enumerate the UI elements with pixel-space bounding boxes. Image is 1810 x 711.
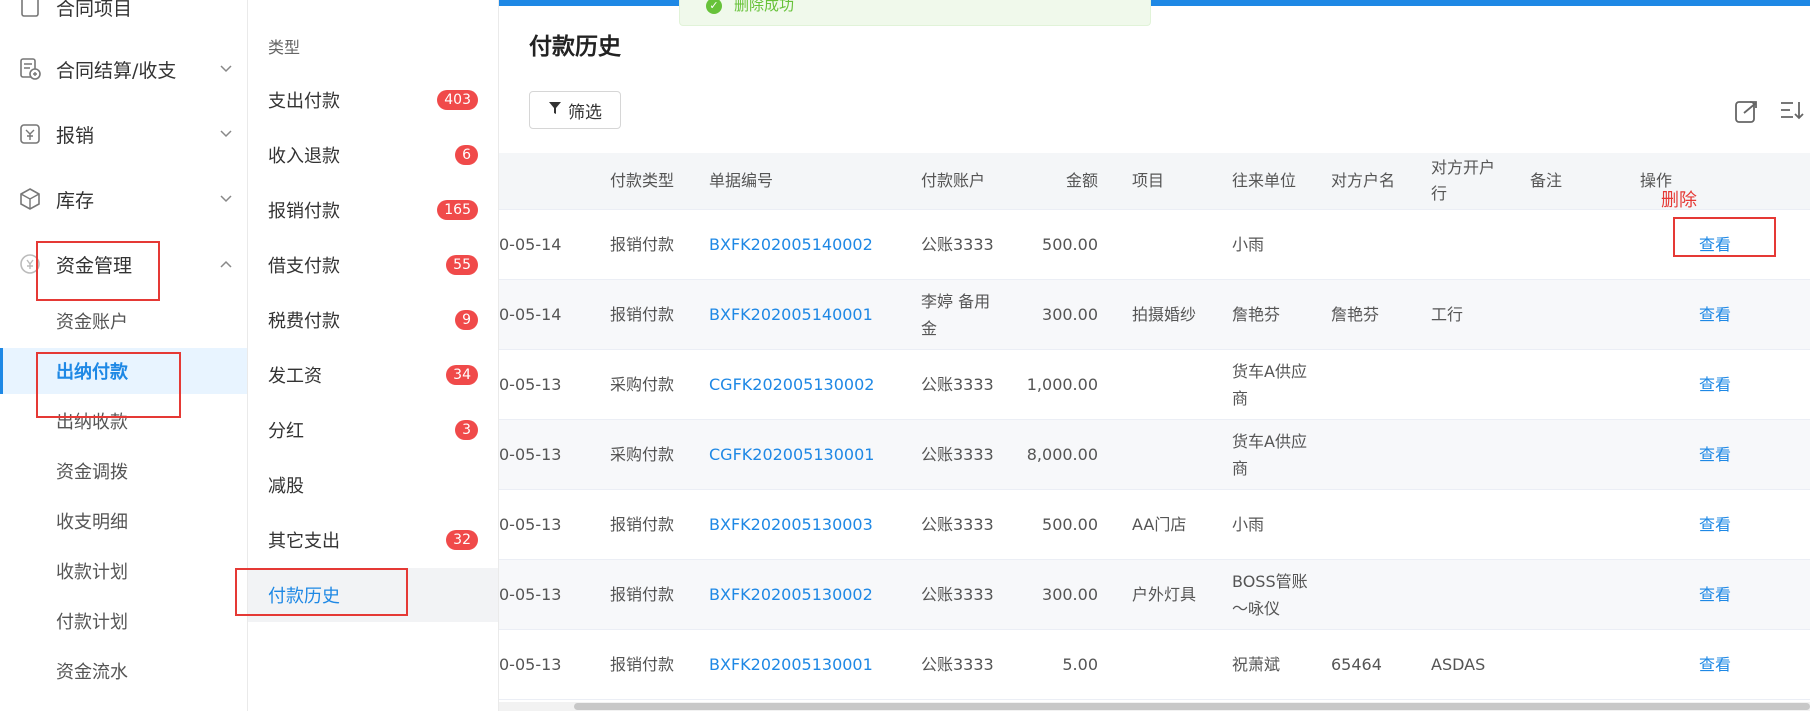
doc-link[interactable]: CGFK202005130002 — [699, 349, 911, 420]
col-doc-no[interactable]: 单据编号 — [699, 153, 911, 210]
col-date[interactable] — [499, 153, 600, 210]
export-icon[interactable] — [1734, 98, 1760, 124]
type-item-income-refund[interactable]: 收入退款 6 — [248, 128, 498, 182]
view-link[interactable]: 查看 — [1620, 279, 1810, 350]
view-link[interactable]: 查看 — [1620, 559, 1810, 630]
sidebar-item-inventory[interactable]: 库存 — [0, 174, 247, 224]
type-item-tax-payment[interactable]: 税费付款 9 — [248, 293, 498, 347]
type-item-payroll[interactable]: 发工资 34 — [248, 348, 498, 402]
table-row: 0-05-14 报销付款 BXFK202005140002 公账3333 500… — [499, 209, 1810, 280]
sidebar-sub-fund-transfer[interactable]: 资金调拨 — [0, 448, 247, 494]
document-icon — [18, 0, 42, 19]
filter-icon — [548, 101, 562, 119]
sidebar-sub-income-expense-detail[interactable]: 收支明细 — [0, 498, 247, 544]
sidebar-sub-fund-account[interactable]: 资金账户 — [0, 298, 247, 344]
col-payee-name[interactable]: 对方户名 — [1321, 153, 1421, 210]
col-action: 操作 — [1620, 153, 1810, 210]
col-counterparty[interactable]: 往来单位 — [1222, 153, 1321, 210]
col-project[interactable]: 项目 — [1122, 153, 1222, 210]
sidebar-item-contract-project[interactable]: 合同项目 — [0, 0, 247, 32]
annotation-box-payment-history — [235, 568, 408, 616]
main-content: 付款历史 筛选 付款类型 单据编号 付款账户 金额 项目 往来单位 对方户名 对… — [499, 0, 1810, 711]
success-toast: ✓ 删除成功 — [679, 0, 1151, 26]
filter-button[interactable]: 筛选 — [529, 91, 621, 129]
view-link[interactable]: 查看 — [1620, 629, 1810, 700]
payment-history-table: 付款类型 单据编号 付款账户 金额 项目 往来单位 对方户名 对方开户行 备注 … — [499, 153, 1810, 700]
view-link[interactable]: 查看 — [1620, 419, 1810, 490]
table-row: 0-05-13 报销付款 BXFK202005130003 公账3333 500… — [499, 489, 1810, 560]
type-item-other-expense[interactable]: 其它支出 32 — [248, 513, 498, 567]
contract-settlement-icon — [18, 57, 42, 81]
count-badge: 3 — [455, 420, 478, 440]
type-item-expense-payment[interactable]: 支出付款 403 — [248, 73, 498, 127]
count-badge: 9 — [455, 310, 478, 330]
sidebar-sub-fund-flow[interactable]: 资金流水 — [0, 648, 247, 694]
count-badge: 34 — [446, 365, 478, 385]
page-title: 付款历史 — [529, 34, 621, 60]
count-badge: 32 — [446, 530, 478, 550]
col-amount[interactable]: 金额 — [1016, 153, 1122, 210]
view-link[interactable]: 查看 — [1620, 489, 1810, 560]
col-payment-type[interactable]: 付款类型 — [600, 153, 699, 210]
table-row: 0-05-14 报销付款 BXFK202005140001 李婷 备用金 300… — [499, 279, 1810, 350]
sidebar-sub-receipt-plan[interactable]: 收款计划 — [0, 548, 247, 594]
table-row: 0-05-13 采购付款 CGFK202005130001 公账3333 8,0… — [499, 419, 1810, 490]
type-header: 类型 — [268, 38, 301, 57]
type-item-share-reduction[interactable]: 减股 — [248, 458, 498, 512]
doc-link[interactable]: BXFK202005130003 — [699, 489, 911, 560]
table-header-row: 付款类型 单据编号 付款账户 金额 项目 往来单位 对方户名 对方开户行 备注 … — [499, 153, 1810, 210]
type-item-dividend[interactable]: 分红 3 — [248, 403, 498, 457]
col-note[interactable]: 备注 — [1520, 153, 1620, 210]
doc-link[interactable]: CGFK202005130001 — [699, 419, 911, 490]
count-badge: 55 — [446, 255, 478, 275]
type-item-reimburse-payment[interactable]: 报销付款 165 — [248, 183, 498, 237]
view-link[interactable]: 查看 — [1620, 349, 1810, 420]
annotation-box-fund-management — [36, 241, 160, 301]
sidebar-item-contract-settlement[interactable]: 合同结算/收支 — [0, 44, 247, 94]
chevron-up-icon — [220, 257, 232, 272]
table-row: 0-05-13 报销付款 BXFK202005130001 公账3333 5.0… — [499, 629, 1810, 700]
check-circle-icon: ✓ — [706, 0, 722, 14]
doc-link[interactable]: BXFK202005130002 — [699, 559, 911, 630]
reimburse-icon — [18, 122, 42, 146]
doc-link[interactable]: BXFK202005140002 — [699, 209, 911, 280]
chevron-down-icon — [220, 192, 232, 207]
scrollbar-thumb[interactable] — [574, 703, 1810, 710]
box-icon — [18, 187, 42, 211]
count-badge: 6 — [455, 145, 478, 165]
count-badge: 403 — [437, 90, 478, 110]
table-row: 0-05-13 采购付款 CGFK202005130002 公账3333 1,0… — [499, 349, 1810, 420]
table-row: 0-05-13 报销付款 BXFK202005130002 公账3333 300… — [499, 559, 1810, 630]
sort-icon[interactable] — [1779, 98, 1805, 124]
annotation-box-view — [1673, 217, 1776, 257]
type-item-loan-payment[interactable]: 借支付款 55 — [248, 238, 498, 292]
chevron-down-icon — [220, 127, 232, 142]
col-account[interactable]: 付款账户 — [911, 153, 1016, 210]
chevron-down-icon — [220, 62, 232, 77]
doc-link[interactable]: BXFK202005130001 — [699, 629, 911, 700]
horizontal-scrollbar[interactable] — [499, 702, 1810, 711]
col-payee-bank[interactable]: 对方开户行 — [1421, 153, 1520, 210]
doc-link[interactable]: BXFK202005140001 — [699, 279, 911, 350]
sidebar-item-reimburse[interactable]: 报销 — [0, 109, 247, 159]
annotation-box-cashier-payment — [36, 352, 181, 418]
count-badge: 165 — [437, 200, 478, 220]
sidebar-sub-payment-plan[interactable]: 付款计划 — [0, 598, 247, 644]
delete-annotation: 删除 — [1661, 190, 1697, 211]
